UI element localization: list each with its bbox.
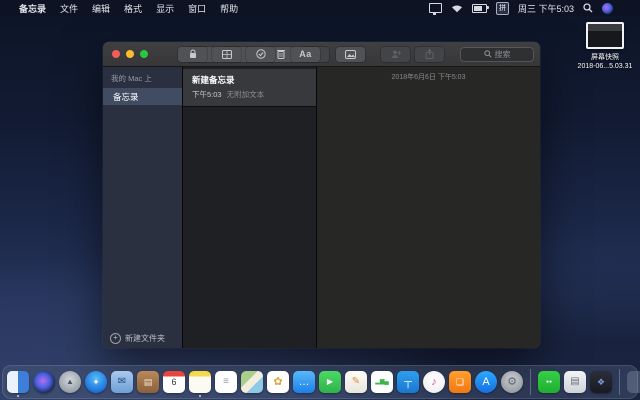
plus-circle-icon: + [110,333,121,344]
insert-checklist-button[interactable] [246,47,275,62]
search-field[interactable]: 搜索 [460,47,534,62]
sidebar-section-header: 我的 Mac 上 [103,67,182,88]
dock-app-keynote[interactable]: ┬ [397,371,419,393]
dock-app-maps[interactable] [241,371,263,393]
dock-app-ibooks[interactable]: ❏ [449,371,471,393]
insert-media-button[interactable] [336,47,365,62]
dock: ▲ ✦ ✉ ▤ 6 ≡ ✿ … [2,365,638,399]
new-folder-label: 新建文件夹 [125,333,165,344]
toolbar-right-group: Aa 搜索 [178,42,534,66]
note-editor[interactable]: 2018年6月6日 下午5:03 [317,67,540,348]
file-label-line2: 2018-06...5.03.31 [572,62,638,71]
status-area: 拼 周三 下午5:03 [429,2,632,15]
desktop-wallpaper: 备忘录文件编辑格式显示窗口帮助 拼 周三 下午5:03 屏幕快照 2018-06… [0,0,640,400]
note-meta: 下午5:03 无附加文本 [192,89,307,100]
notification-center-icon[interactable] [622,4,632,12]
search-placeholder: 搜索 [495,49,511,60]
dock-app-photos[interactable]: ✿ [267,371,289,393]
menu-clock[interactable]: 周三 下午5:03 [518,2,574,15]
zoom-button[interactable] [140,50,148,58]
menu-item-menu-help[interactable]: 帮助 [213,2,245,15]
note-title: 新建备忘录 [192,74,307,86]
menu-item-menu-window[interactable]: 窗口 [181,2,213,15]
dock-app-reminders[interactable]: ≡ [215,371,237,393]
menu-bar: 备忘录文件编辑格式显示窗口帮助 拼 周三 下午5:03 [0,0,640,16]
dock-app-safari[interactable]: ✦ [85,371,107,393]
dock-app-messages[interactable]: … [293,371,315,393]
dock-app-numbers[interactable]: ▂▆▄ [371,371,393,393]
search-icon [484,50,492,58]
siri-icon[interactable] [602,3,613,14]
dock-app-news-app[interactable]: ▤ [564,371,586,393]
dock-app-contacts[interactable]: ▤ [137,371,159,393]
sidebar-folder-list: 备忘录 [103,88,182,105]
file-label-line1: 屏幕快照 [572,53,638,62]
sidebar-folder-folder-notes[interactable]: 备忘录 [103,88,182,105]
notes-window: Aa 搜索 我 [103,42,540,348]
note-list-item-note-new-note[interactable]: 新建备忘录 下午5:03 无附加文本 [183,69,316,107]
dock-separator [530,369,531,395]
note-date-stamp: 2018年6月6日 下午5:03 [392,72,466,82]
spotlight-search-icon[interactable] [583,3,593,13]
input-method-icon[interactable]: 拼 [496,2,509,15]
window-toolbar: Aa 搜索 [103,42,540,67]
dock-app-dark-utility-app[interactable]: ❖ [590,371,612,393]
menu-item-menu-view[interactable]: 显示 [149,2,181,15]
battery-icon[interactable] [472,4,487,13]
share-button[interactable] [415,47,444,62]
display-mirroring-icon[interactable] [429,3,442,13]
dock-app-siri[interactable] [33,371,55,393]
dock-items: ▲ ✦ ✉ ▤ 6 ≡ ✿ … [7,369,633,395]
menu-item-menu-edit[interactable]: 编辑 [85,2,117,15]
format-text-button[interactable]: Aa [291,47,320,62]
window-body: 我的 Mac 上 备忘录 + 新建文件夹 新建备忘录 下午5:03 无附加文本 [103,67,540,348]
desktop-file-screenshot[interactable]: 屏幕快照 2018-06...5.03.31 [572,22,638,71]
dock-app-mail[interactable]: ✉ [111,371,133,393]
dock-separator [619,369,620,395]
dock-app-system-preferences[interactable]: ⚙ [501,371,523,393]
dock-app-facetime[interactable]: ▶ [319,371,341,393]
dock-app-pages[interactable]: ✎ [345,371,367,393]
insert-table-button[interactable] [212,47,241,62]
collaborate-button[interactable] [381,47,410,62]
note-list: 新建备忘录 下午5:03 无附加文本 [183,67,317,348]
folders-sidebar: 我的 Mac 上 备忘录 + 新建文件夹 [103,67,183,348]
menu-item-menu-format[interactable]: 格式 [117,2,149,15]
menu-item-app-menu-notes[interactable]: 备忘录 [12,2,53,15]
lock-note-button[interactable] [178,47,207,62]
dock-app-finder[interactable] [7,371,29,393]
dock-app-trash[interactable] [627,371,640,393]
dock-app-launchpad[interactable]: ▲ [59,371,81,393]
dock-app-app-store[interactable]: A [475,371,497,393]
minimize-button[interactable] [126,50,134,58]
close-button[interactable] [112,50,120,58]
desktop-file-label: 屏幕快照 2018-06...5.03.31 [572,53,638,71]
dock-app-calendar[interactable]: 6 [163,371,185,393]
traffic-lights [112,42,148,66]
dock-app-notes[interactable] [189,371,211,393]
screenshot-thumbnail [586,22,624,49]
dock-app-itunes[interactable]: ♪ [423,371,445,393]
note-time: 下午5:03 [192,89,222,100]
dock-app-wechat[interactable]: ●● [538,371,560,393]
menu-items: 备忘录文件编辑格式显示窗口帮助 [12,2,245,15]
menu-item-menu-file[interactable]: 文件 [53,2,85,15]
new-folder-button[interactable]: + 新建文件夹 [103,328,182,348]
note-preview: 无附加文本 [227,89,265,100]
wifi-icon[interactable] [451,4,463,13]
